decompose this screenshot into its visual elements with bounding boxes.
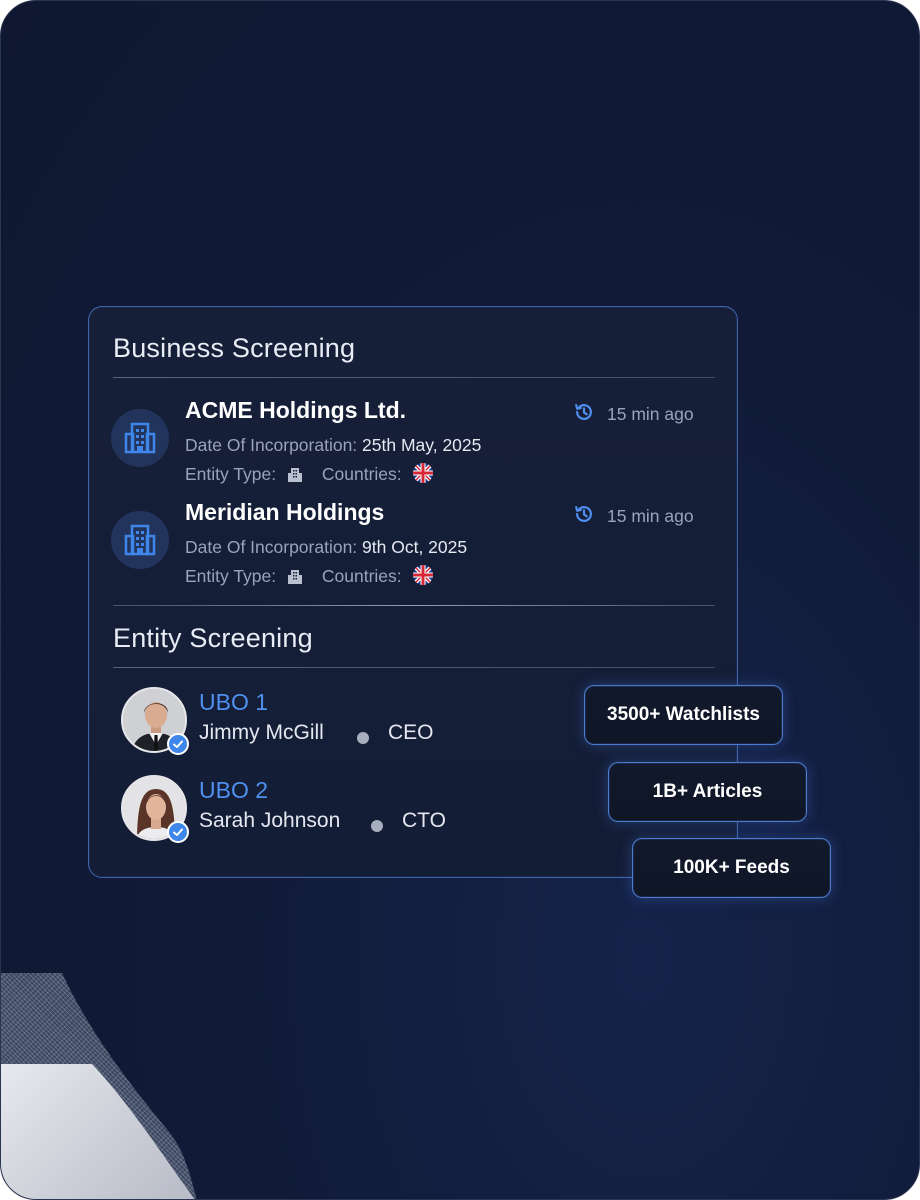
incorporation-label: Date Of Incorporation:	[185, 435, 358, 455]
stat-articles: 1B+ Articles	[608, 762, 807, 822]
business-item[interactable]: Meridian Holdings Date Of Incorporation:…	[111, 499, 711, 595]
business-item[interactable]: ACME Holdings Ltd. Date Of Incorporation…	[111, 397, 711, 493]
ubo-label[interactable]: UBO 2	[199, 777, 268, 804]
business-screening-title: Business Screening	[113, 333, 356, 363]
entity-divider	[113, 667, 715, 668]
section-divider	[113, 605, 715, 606]
building-icon	[111, 511, 169, 569]
incorporation-date: 25th May, 2025	[362, 435, 482, 455]
business-name[interactable]: ACME Holdings Ltd.	[185, 397, 406, 424]
stat-watchlists: 3500+ Watchlists	[584, 685, 783, 745]
entity-screening-title: Entity Screening	[113, 623, 313, 653]
incorporation-line: Date Of Incorporation: 25th May, 2025	[185, 435, 481, 456]
verified-badge-icon	[167, 733, 189, 755]
business-divider	[113, 377, 715, 378]
stat-feeds: 100K+ Feeds	[632, 838, 831, 898]
ubo-role: CEO	[388, 721, 434, 744]
verified-badge-icon	[167, 821, 189, 843]
ubo-role: CTO	[402, 809, 446, 832]
countries-label: Countries:	[321, 464, 402, 484]
building-icon	[111, 409, 169, 467]
time-ago: 15 min ago	[607, 404, 694, 424]
incorporation-line: Date Of Incorporation: 9th Oct, 2025	[185, 537, 467, 558]
entity-type-line: Entity Type: Countries:	[185, 463, 433, 488]
incorporation-date: 9th Oct, 2025	[362, 537, 468, 557]
entity-type-line: Entity Type: Countries:	[185, 565, 433, 590]
uk-flag-icon	[412, 463, 433, 488]
history-icon	[573, 401, 595, 428]
entity-building-icon	[287, 467, 303, 488]
separator-dot	[371, 820, 383, 832]
history-icon	[573, 503, 595, 530]
ubo-name: Sarah Johnson	[199, 809, 341, 832]
entity-building-icon	[287, 569, 303, 590]
last-updated: 15 min ago	[573, 503, 694, 530]
uk-flag-icon	[412, 565, 433, 590]
time-ago: 15 min ago	[607, 506, 694, 526]
entity-type-label: Entity Type:	[185, 464, 277, 484]
separator-dot	[357, 732, 369, 744]
last-updated: 15 min ago	[573, 401, 694, 428]
ubo-item[interactable]: UBO 1 Jimmy McGill CEO	[121, 687, 501, 757]
ubo-label[interactable]: UBO 1	[199, 689, 268, 716]
countries-label: Countries:	[321, 566, 402, 586]
incorporation-label: Date Of Incorporation:	[185, 537, 358, 557]
decorative-silver-corner	[0, 1064, 200, 1200]
business-name[interactable]: Meridian Holdings	[185, 499, 384, 526]
entity-type-label: Entity Type:	[185, 566, 277, 586]
ubo-name: Jimmy McGill	[199, 721, 324, 744]
ubo-item[interactable]: UBO 2 Sarah Johnson CTO	[121, 775, 501, 845]
